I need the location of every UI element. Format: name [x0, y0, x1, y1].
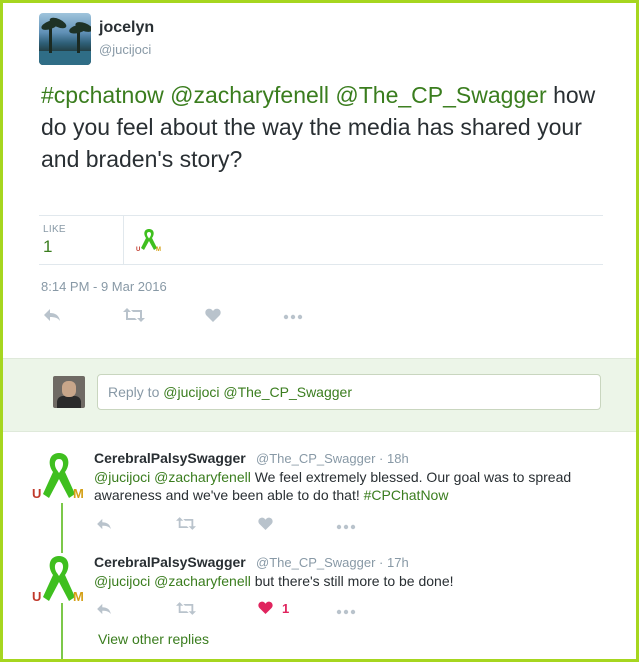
mention-link[interactable]: @zacharyfenell — [170, 82, 329, 108]
view-other-replies-link[interactable]: View other replies — [98, 631, 209, 647]
tweet-text: #cpchatnow @zacharyfenell @The_CP_Swagge… — [41, 79, 611, 175]
svg-text:U: U — [32, 589, 41, 604]
reply-composer: Reply to @jucijoci @The_CP_Swagger — [3, 358, 636, 432]
hashtag-link[interactable]: #cpchatnow — [41, 82, 164, 108]
reply-body: but there's still more to be done! — [254, 573, 454, 589]
reply-icon[interactable] — [96, 602, 112, 619]
reply-input[interactable]: Reply to @jucijoci @The_CP_Swagger — [97, 374, 601, 410]
reply-icon[interactable] — [96, 517, 112, 534]
thread-line — [61, 603, 63, 659]
like-stat-count[interactable]: 1 — [43, 237, 52, 257]
thread-line — [61, 503, 63, 553]
mention-link[interactable]: @zacharyfenell — [154, 573, 251, 589]
reply-prefix: Reply to — [108, 384, 160, 400]
green-ribbon-icon[interactable]: U M — [31, 449, 87, 505]
more-icon[interactable] — [336, 604, 356, 621]
reply-author-name[interactable]: CerebralPalsySwagger — [94, 554, 246, 570]
author-name[interactable]: jocelyn — [99, 19, 154, 37]
more-icon[interactable] — [336, 519, 356, 536]
green-ribbon-icon[interactable]: U M — [135, 226, 163, 254]
reply-text: @jucijoci @zacharyfenell but there's sti… — [94, 572, 604, 590]
heart-icon-liked[interactable] — [258, 601, 273, 618]
mention-link[interactable]: @The_CP_Swagger — [335, 82, 546, 108]
retweet-icon[interactable] — [123, 308, 145, 326]
svg-text:M: M — [73, 589, 84, 604]
stats-divider — [123, 216, 124, 264]
reply-like-count[interactable]: 1 — [282, 601, 289, 616]
reply-mention: @jucijoci — [163, 384, 220, 400]
svg-text:M: M — [156, 247, 161, 253]
mention-link[interactable]: @jucijoci — [94, 573, 150, 589]
hashtag-link[interactable]: #CPChatNow — [364, 487, 449, 503]
reply-author-handle[interactable]: @The_CP_Swagger · 17h — [256, 555, 409, 570]
tweet-stats: LIKE 1 U M — [39, 215, 603, 265]
green-ribbon-icon[interactable]: U M — [31, 552, 87, 608]
more-icon[interactable] — [283, 309, 303, 326]
tweet-page: jocelyn @jucijoci #cpchatnow @zacharyfen… — [0, 0, 639, 662]
reply-author-handle[interactable]: @The_CP_Swagger · 18h — [256, 451, 409, 466]
like-stat-label: LIKE — [43, 224, 66, 235]
reply-text: @jucijoci @zacharyfenell We feel extreme… — [94, 468, 604, 504]
reply-icon[interactable] — [43, 308, 61, 326]
mention-link[interactable]: @zacharyfenell — [154, 469, 251, 485]
tweet-timestamp[interactable]: 8:14 PM - 9 Mar 2016 — [41, 279, 167, 294]
svg-text:U: U — [136, 247, 140, 253]
svg-text:U: U — [32, 486, 41, 501]
retweet-icon[interactable] — [176, 602, 196, 619]
author-handle[interactable]: @jucijoci — [99, 42, 151, 57]
reply-author-name[interactable]: CerebralPalsySwagger — [94, 450, 246, 466]
user-avatar — [53, 376, 85, 408]
mention-link[interactable]: @jucijoci — [94, 469, 150, 485]
heart-icon[interactable] — [205, 308, 221, 326]
reply-mention: @The_CP_Swagger — [223, 384, 352, 400]
retweet-icon[interactable] — [176, 517, 196, 534]
heart-icon[interactable] — [258, 517, 273, 534]
svg-text:M: M — [73, 486, 84, 501]
author-avatar[interactable] — [39, 13, 91, 65]
